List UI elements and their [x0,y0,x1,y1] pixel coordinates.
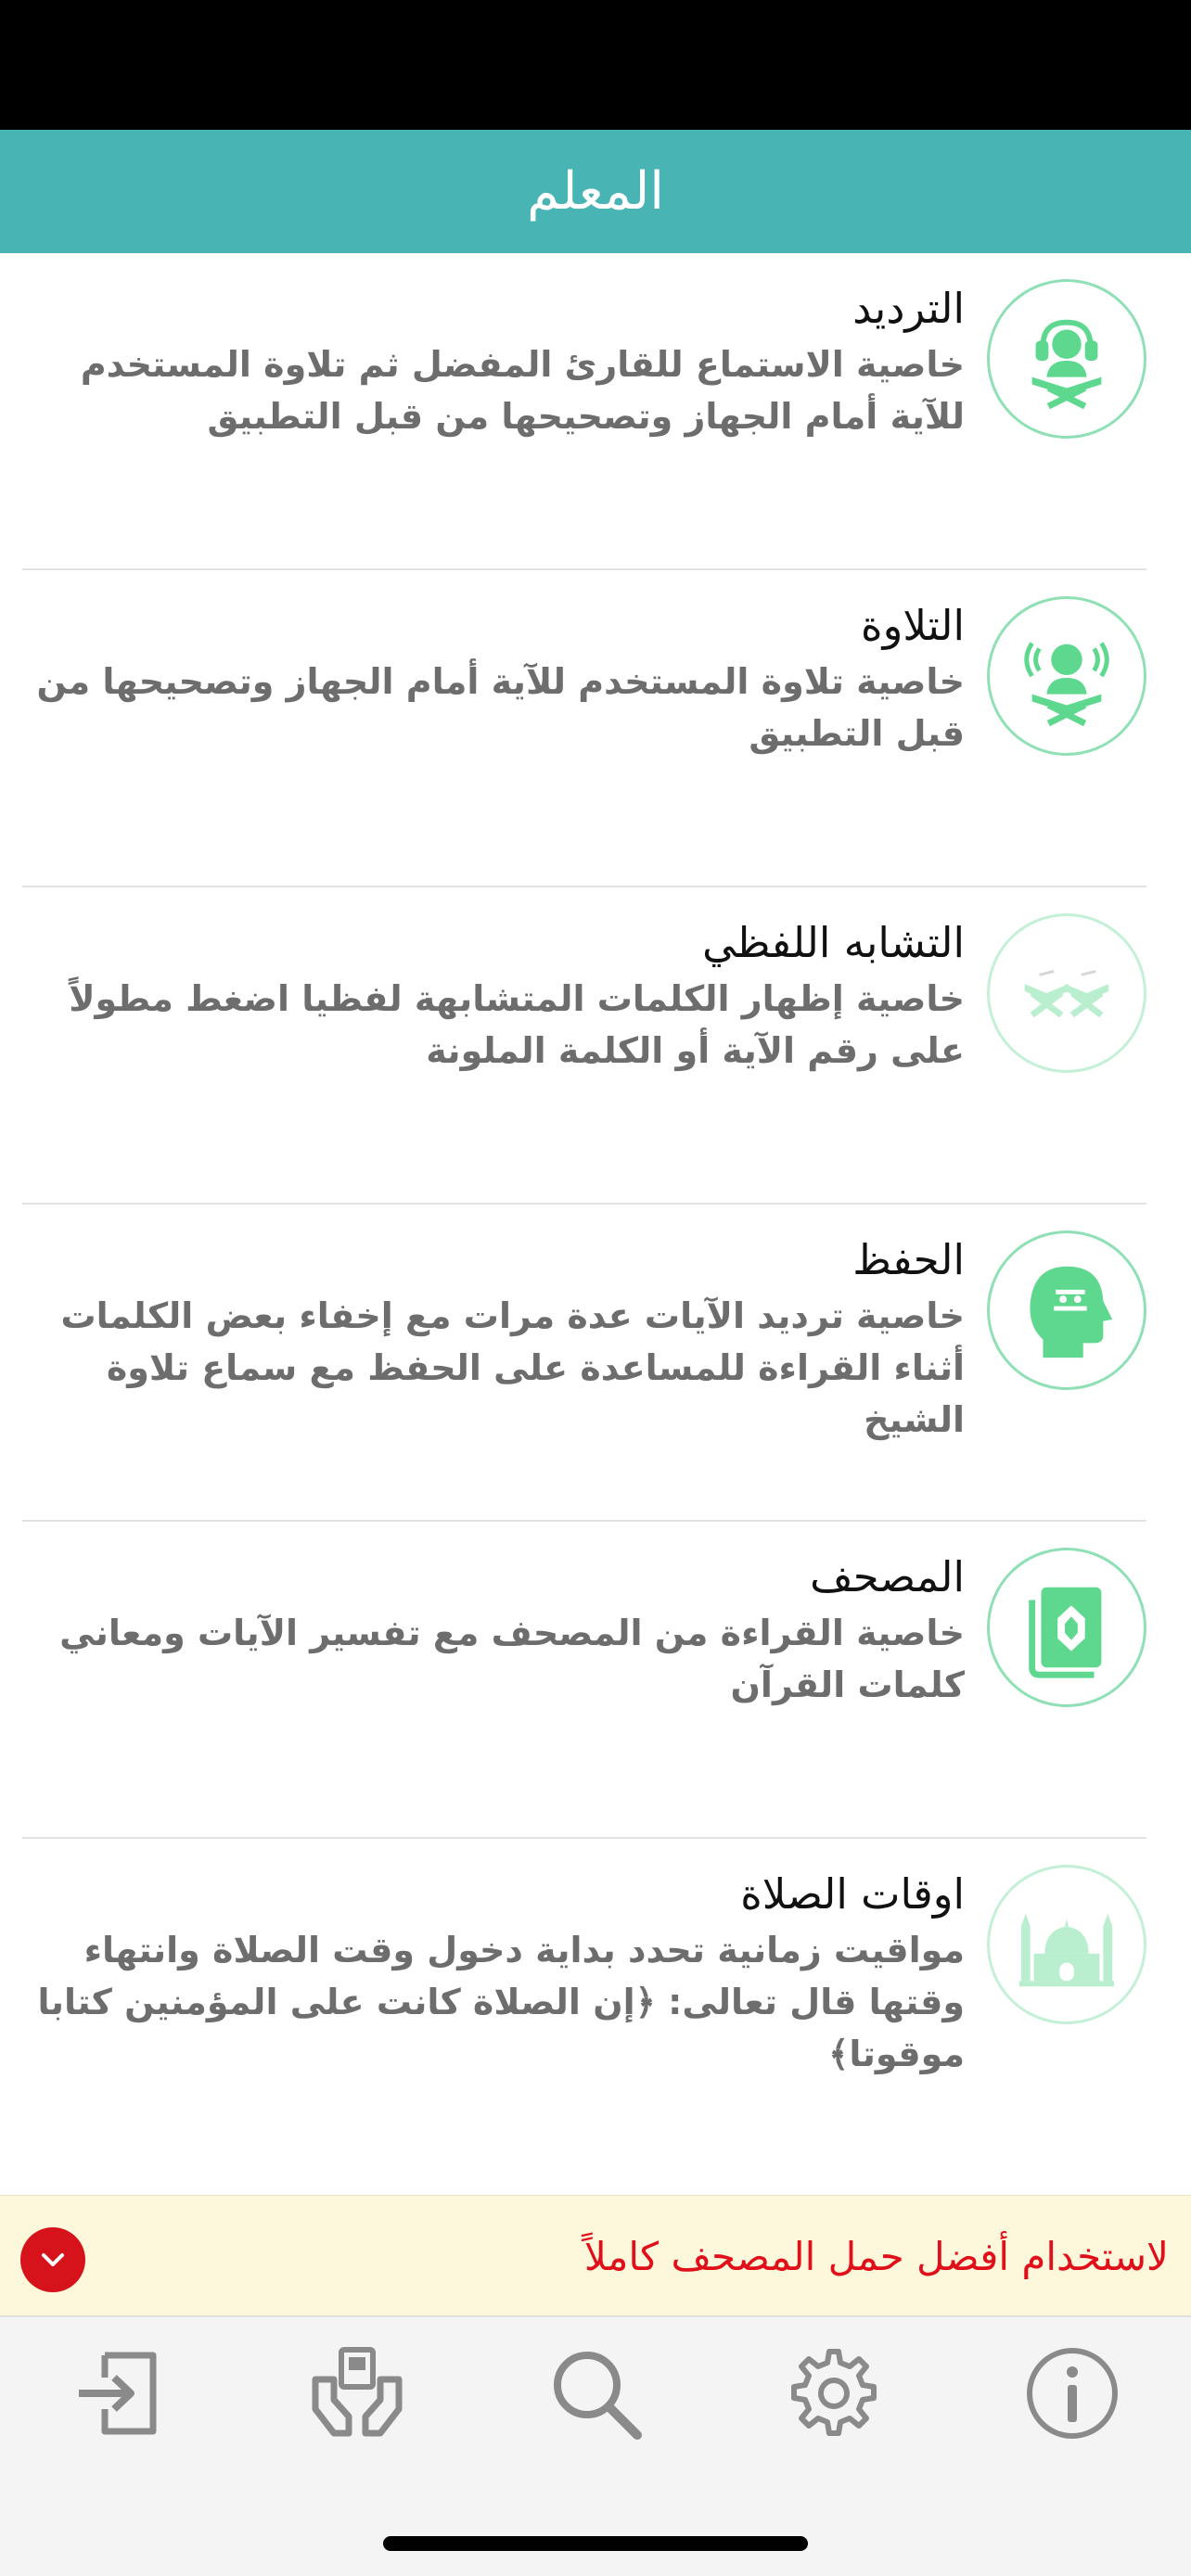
feature-item-memorization[interactable]: الحفظ خاصية ترديد الآيات عدة مرات مع إخف… [0,1205,1191,1522]
feature-description: مواقيت زمانية تحدد بداية دخول وقت الصلاة… [37,1930,965,2074]
feature-title: الترديد [852,284,965,333]
two-quran-stands-icon [1024,969,1109,1018]
feature-item-similarity[interactable]: التشابه اللفظي خاصية إظهار الكلمات المتش… [0,887,1191,1205]
feature-title: التلاوة [861,601,965,650]
feature-title: الحفظ [852,1235,965,1284]
feature-description: خاصية القراءة من المصحف مع تفسير الآيات … [59,1613,965,1705]
feature-icon-frame [987,596,1146,756]
feature-description: خاصية إظهار الكلمات المتشابهة لفظيا اضغط… [69,978,965,1071]
banner-toggle-button[interactable] [20,2227,85,2292]
feature-text: التشابه اللفظي خاصية إظهار الكلمات المتش… [19,913,965,1077]
feature-icon-frame [987,1231,1146,1390]
quran-reader-headphones-icon [1031,319,1102,410]
feature-icon-frame [987,913,1146,1073]
mosque-icon [1018,1913,1115,1987]
feature-item-recitation[interactable]: التلاوة خاصية تلاوة المستخدم للآية أمام … [0,570,1191,887]
navigation-bar: المعلم [0,130,1191,253]
feature-title: المصحف [810,1552,965,1601]
chevron-down-icon [42,2253,64,2266]
tab-donate[interactable] [298,2334,416,2453]
feature-item-repetition[interactable]: الترديد خاصية الاستماع للقارئ المفضل ثم … [0,253,1191,570]
info-icon [1027,2348,1118,2439]
feature-icon-frame [987,1548,1146,1707]
feature-item-mushaf[interactable]: المصحف خاصية القراءة من المصحف مع تفسير … [0,1522,1191,1839]
sign-in-icon [79,2352,157,2435]
page-title: المعلم [527,161,664,222]
mushaf-book-icon [1029,1587,1102,1678]
feature-description: خاصية الاستماع للقارئ المفضل ثم تلاوة ال… [80,344,965,437]
feature-text: اوقات الصلاة مواقيت زمانية تحدد بداية دخ… [19,1865,965,2080]
quran-reader-mic-icon [1024,642,1109,727]
feature-description: خاصية ترديد الآيات عدة مرات مع إخفاء بعض… [60,1295,966,1440]
feature-icon-frame [987,1865,1146,2024]
feature-title: التشابه اللفظي [702,918,965,967]
feature-icon-frame [987,279,1146,439]
banner-text: لاستخدام أفضل حمل المصحف كاملاً [583,2234,1169,2279]
feature-description: خاصية تلاوة المستخدم للآية أمام الجهاز و… [36,661,965,754]
feature-text: المصحف خاصية القراءة من المصحف مع تفسير … [19,1548,965,1711]
feature-list: الترديد خاصية الاستماع للقارئ المفضل ثم … [0,253,1191,2154]
feature-text: التلاوة خاصية تلاوة المستخدم للآية أمام … [19,596,965,759]
feature-text: الترديد خاصية الاستماع للقارئ المفضل ثم … [19,279,965,442]
tab-search[interactable] [536,2334,655,2453]
home-indicator[interactable] [383,2536,808,2551]
gear-icon [791,2349,877,2436]
feature-text: الحفظ خاصية ترديد الآيات عدة مرات مع إخف… [19,1231,966,1446]
feature-item-prayer-times[interactable]: اوقات الصلاة مواقيت زمانية تحدد بداية دخ… [0,1839,1191,2154]
download-mushaf-banner[interactable]: لاستخدام أفضل حمل المصحف كاملاً [0,2195,1191,2317]
search-icon [554,2352,642,2440]
donate-hands-icon [312,2347,403,2437]
tab-login[interactable] [59,2334,178,2453]
feature-title: اوقات الصلاة [740,1869,965,1919]
status-bar [0,0,1191,130]
tab-info[interactable] [1013,2334,1132,2453]
head-quran-icon [1030,1266,1113,1358]
tab-settings[interactable] [775,2334,893,2453]
